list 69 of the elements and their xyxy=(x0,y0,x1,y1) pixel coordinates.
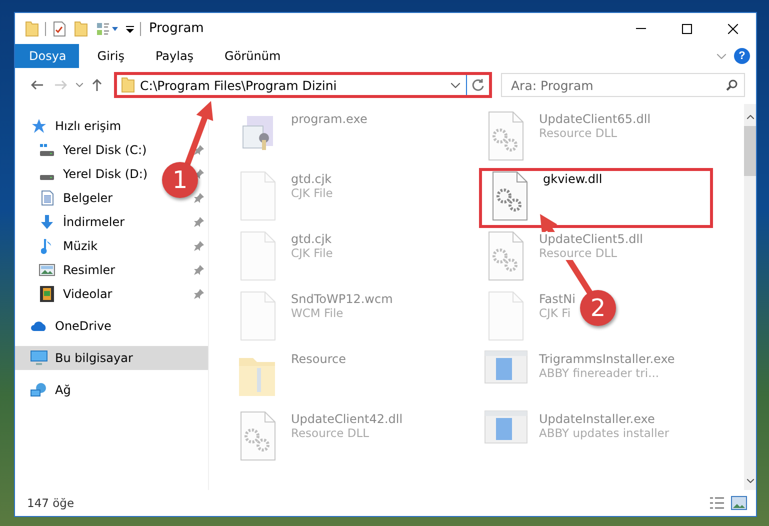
chevron-down-icon xyxy=(717,54,726,58)
caret-icon xyxy=(126,26,134,33)
sidebar-item[interactable]: Videolar xyxy=(15,282,208,306)
refresh-icon xyxy=(472,79,484,91)
file-item[interactable]: TrigrammsInstaller.exe ABBY finereader tri... xyxy=(479,348,713,408)
scroll-up-icon xyxy=(746,115,754,119)
ribbon-tab[interactable]: Dosya xyxy=(15,44,80,68)
film-icon xyxy=(40,286,54,302)
file-item[interactable]: UpdateClient65.dll Resource DLL xyxy=(479,108,713,168)
network-icon xyxy=(30,382,48,398)
item-count: 147 öğe xyxy=(27,496,74,510)
drive-icon xyxy=(39,143,55,157)
chevron-down-icon xyxy=(76,83,83,87)
sidebar-item[interactable]: Ağ xyxy=(15,378,208,402)
file-item[interactable]: gtd.cjk CJK File xyxy=(231,228,473,288)
file-item[interactable]: gtd.cjk CJK File xyxy=(231,168,473,228)
close-icon xyxy=(728,24,738,34)
sidebar-item[interactable]: Hızlı erişim xyxy=(15,114,208,138)
download-arrow-icon xyxy=(39,214,55,230)
ribbon-tab[interactable]: Paylaş xyxy=(141,44,207,68)
scrollbar-thumb[interactable] xyxy=(744,126,756,176)
search-icon xyxy=(726,79,738,91)
monitor-icon xyxy=(30,350,48,366)
file-item[interactable]: SndToWP12.wcm WCM File xyxy=(231,288,473,348)
ribbon-tab[interactable]: Görünüm xyxy=(210,44,294,68)
back-arrow-icon xyxy=(31,80,43,90)
file-item[interactable]: UpdateInstaller.exe ABBY updates installer xyxy=(479,408,713,468)
picture-icon xyxy=(39,263,55,277)
file-item[interactable]: UpdateClient42.dll Resource DLL xyxy=(231,408,473,468)
address-path: C:\Program Files\Program Dizini xyxy=(140,78,338,92)
file-item[interactable]: UpdateClient5.dll Resource DLL xyxy=(479,228,713,288)
music-note-icon xyxy=(41,238,53,254)
installer-icon xyxy=(484,410,528,444)
minimize-icon xyxy=(636,28,646,29)
up-arrow-icon xyxy=(92,79,102,91)
window-title: Program xyxy=(149,21,204,36)
caret-icon xyxy=(112,26,118,30)
sidebar-item[interactable]: Resimler xyxy=(15,258,208,282)
details-view-icon xyxy=(709,496,725,510)
search-field[interactable]: Ara: Program xyxy=(501,73,745,97)
file-item[interactable]: gkview.dll xyxy=(479,168,713,228)
ribbon-tab[interactable]: Giriş xyxy=(83,44,138,68)
address-bar[interactable]: C:\Program Files\Program Dizini xyxy=(114,72,492,98)
sidebar-item[interactable]: Bu bilgisayar xyxy=(15,346,208,370)
maximize-icon xyxy=(682,24,692,34)
star-icon xyxy=(31,118,47,134)
scroll-down-icon xyxy=(746,479,754,483)
folder-icon xyxy=(121,77,135,93)
folder-icon xyxy=(74,20,88,36)
sidebar-item[interactable]: Yerel Disk (C:) xyxy=(15,138,208,162)
file-item[interactable]: Resource xyxy=(231,348,473,408)
scrollbar[interactable] xyxy=(744,104,756,490)
forward-arrow-icon xyxy=(55,80,67,90)
properties-dropdown-button[interactable] xyxy=(96,22,118,36)
cloud-icon xyxy=(30,320,48,332)
file-item[interactable]: program.exe xyxy=(231,108,473,168)
large-icons-view-icon xyxy=(731,496,747,510)
drive-icon xyxy=(40,174,54,180)
sidebar-item[interactable]: OneDrive xyxy=(15,314,208,338)
installer-icon xyxy=(484,350,528,384)
checklist-icon xyxy=(52,20,66,36)
document-icon xyxy=(40,190,54,206)
sidebar-item[interactable]: Müzik xyxy=(15,234,208,258)
properties-icon xyxy=(96,22,110,36)
large-icons-view-button[interactable] xyxy=(728,496,750,510)
sidebar-item[interactable]: İndirmeler xyxy=(15,210,208,234)
chevron-down-icon xyxy=(451,82,460,88)
folder-icon xyxy=(25,20,39,36)
help-button[interactable]: ? xyxy=(734,48,750,64)
